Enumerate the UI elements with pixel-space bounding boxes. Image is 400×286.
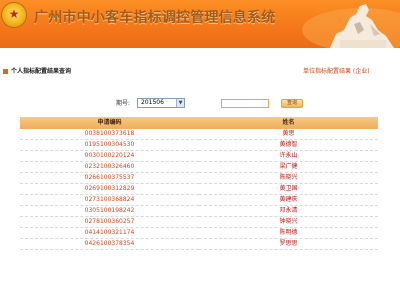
- applicant-name-cell: 黄德智: [199, 139, 378, 151]
- table-row: 0038100373618 黄思: [20, 129, 378, 140]
- application-code-cell: 0414100321174: [20, 227, 199, 239]
- header-banner: ★ 广州市中小客车指标调控管理信息系统: [0, 0, 400, 48]
- application-code-cell: 0195100304530: [20, 139, 199, 151]
- applicant-name-cell: 陈明德: [199, 227, 378, 239]
- application-code-cell: 0273100368824: [20, 194, 199, 206]
- table-header-row: 申请编码 姓名: [20, 117, 378, 129]
- select-arrow-glyph: ▼: [178, 100, 183, 106]
- application-code-cell: 0278100360257: [20, 216, 199, 228]
- applicant-name-cell: 钟晓兴: [199, 216, 378, 228]
- batch-label: 期号:: [116, 100, 131, 107]
- application-code-cell: 0305100198242: [20, 205, 199, 217]
- table-row: 0232100326460 梁广健: [20, 161, 378, 173]
- batch-select-value: 201506: [141, 99, 164, 106]
- column-header-code: 申请编码: [20, 117, 199, 129]
- emblem-star-icon: ★: [8, 7, 20, 21]
- chevron-down-icon[interactable]: ▼: [176, 99, 184, 107]
- table-row: 0305100198242 邓永清: [20, 205, 378, 217]
- application-code-cell: 0266100375537: [20, 172, 199, 184]
- applicant-name-cell: 黄建庆: [199, 194, 378, 206]
- application-code-cell: 0030100220124: [20, 150, 199, 162]
- application-code-cell: 0232100326460: [20, 161, 199, 173]
- applicant-name-cell: 黄卫国: [199, 183, 378, 195]
- table-row: 0195100304530 黄德智: [20, 139, 378, 151]
- applicant-name-cell: 罗思思: [199, 238, 378, 250]
- query-button[interactable]: 查询: [281, 99, 303, 108]
- system-title: 广州市中小客车指标调控管理信息系统: [34, 10, 276, 26]
- unit-result-link[interactable]: 单位指标配置结果 (企业): [303, 66, 370, 77]
- application-code-cell: 0269100312829: [20, 183, 199, 195]
- table-row: 0269100312829 黄卫国: [20, 183, 378, 195]
- table-row: 0414100321174 陈明德: [20, 227, 378, 239]
- application-code-cell: 0038100373618: [20, 129, 199, 140]
- search-input[interactable]: [221, 99, 269, 108]
- application-code-cell: 0426100378354: [20, 238, 199, 250]
- section-bar: 个人指标配置结果查询 单位指标配置结果 (企业): [0, 66, 400, 80]
- table-row: 0273100368824 黄建庆: [20, 194, 378, 206]
- table-row: 0266100375537 陈晓兴: [20, 172, 378, 184]
- guangzhou-emblem-icon: ★: [2, 3, 26, 27]
- results-body: 0038100373618 黄思 0195100304530 黄德智 003010022…: [20, 129, 378, 250]
- applicant-name-cell: 黄思: [199, 129, 378, 140]
- square-bullet-icon: [3, 69, 8, 74]
- applicant-name-cell: 梁广健: [199, 161, 378, 173]
- applicant-name-cell: 许永山: [199, 150, 378, 162]
- results-table: 申请编码 姓名 0038100373618 黄思 0195100304530 黄德智 0…: [20, 117, 378, 250]
- applicant-name-cell: 陈晓兴: [199, 172, 378, 184]
- section-title: 个人指标配置结果查询: [11, 68, 72, 75]
- table-row: 0030100220124 许永山: [20, 150, 378, 162]
- statue-monument-icon: [302, 4, 400, 48]
- column-header-name: 姓名: [199, 117, 378, 129]
- table-row: 0278100360257 钟晓兴: [20, 216, 378, 228]
- applicant-name-cell: 邓永清: [199, 205, 378, 217]
- batch-select[interactable]: 201506 ▼: [137, 98, 185, 108]
- table-row: 0426100378354 罗思思: [20, 238, 378, 250]
